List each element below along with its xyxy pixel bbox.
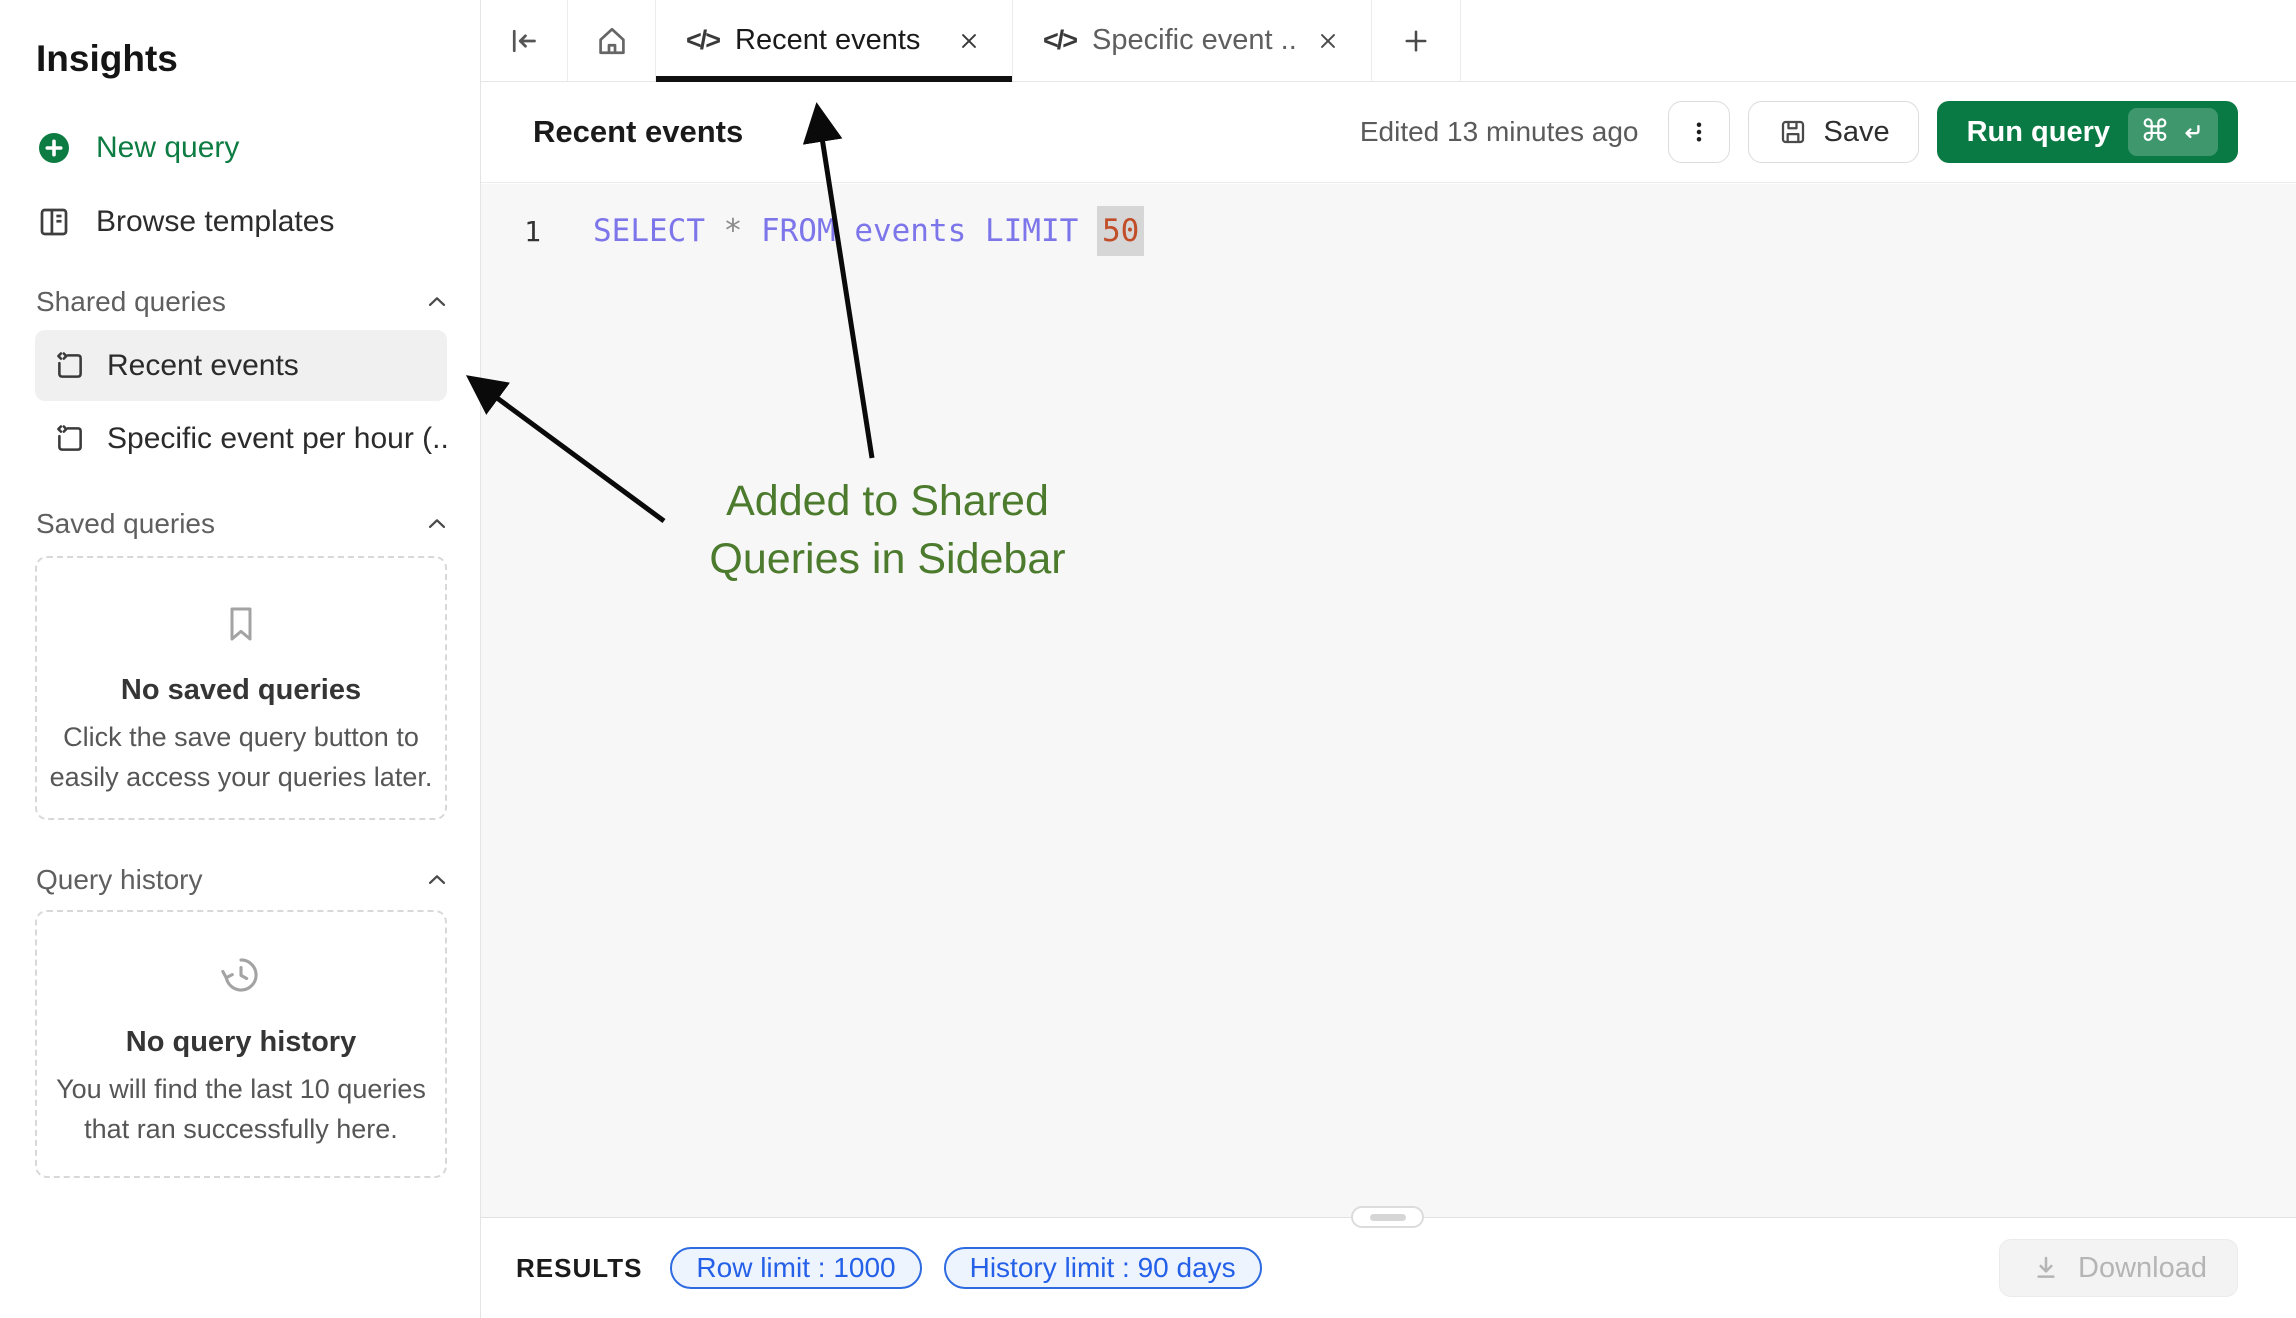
saved-queries-section-header: Saved queries <box>36 504 451 544</box>
query-icon <box>53 349 87 383</box>
empty-state-title: No saved queries <box>121 674 361 707</box>
empty-state-line: that ran successfully here. <box>56 1109 426 1149</box>
sql-token-highlighted: 50 <box>1097 206 1144 256</box>
sidebar-item-recent-events[interactable]: Recent events <box>35 330 447 401</box>
save-button-label: Save <box>1823 116 1889 149</box>
download-label: Download <box>2078 1252 2207 1285</box>
history-limit-pill[interactable]: History limit : 90 days <box>944 1247 1262 1289</box>
query-title: Recent events <box>533 114 743 150</box>
new-query-button[interactable]: New query <box>36 124 239 172</box>
page-title: Insights <box>36 38 178 80</box>
run-query-button[interactable]: Run query ⌘ <box>1937 101 2238 163</box>
query-history-section-header: Query history <box>36 860 451 900</box>
collapse-left-icon <box>506 23 542 59</box>
empty-state-line: You will find the last 10 queries <box>56 1069 426 1109</box>
query-icon <box>53 422 87 456</box>
results-bar: RESULTS Row limit : 1000 History limit :… <box>481 1217 2296 1318</box>
code-tab-icon: </> <box>1043 25 1076 56</box>
close-tab-icon[interactable] <box>956 28 982 54</box>
sql-editor[interactable]: 1 SELECT * FROM events LIMIT 50 <box>481 184 2296 1217</box>
panel-resize-handle[interactable] <box>1351 1206 1424 1228</box>
code-tab-icon: </> <box>686 25 719 56</box>
save-button[interactable]: Save <box>1748 101 1918 163</box>
keyboard-shortcut-badge: ⌘ <box>2128 108 2218 156</box>
row-limit-pill[interactable]: Row limit : 1000 <box>670 1247 921 1289</box>
code-line: 1 SELECT * FROM events LIMIT 50 <box>481 206 1144 256</box>
insights-app: Insights New query Browse templates Shar… <box>0 0 2296 1318</box>
saved-queries-label: Saved queries <box>36 508 215 540</box>
empty-state-description: Click the save query button to easily ac… <box>50 717 433 797</box>
sql-token: events <box>854 213 985 249</box>
sidebar-item-specific-event[interactable]: Specific event per hour (... <box>35 403 447 474</box>
edited-timestamp: Edited 13 minutes ago <box>1360 116 1639 148</box>
query-history-empty-state: No query history You will find the last … <box>35 910 447 1178</box>
drag-handle-bar <box>1370 1214 1406 1221</box>
collapse-sidebar-button[interactable] <box>481 0 568 81</box>
sql-token: * <box>724 213 761 249</box>
new-tab-button[interactable] <box>1372 0 1461 81</box>
sidebar-item-label: Recent events <box>107 349 299 383</box>
saved-queries-empty-state: No saved queries Click the save query bu… <box>35 556 447 820</box>
sql-token: FROM <box>761 213 854 249</box>
shared-queries-label: Shared queries <box>36 286 226 318</box>
query-history-label: Query history <box>36 864 203 896</box>
chevron-up-icon[interactable] <box>423 510 451 538</box>
more-options-button[interactable] <box>1668 101 1730 163</box>
sql-token: LIMIT <box>985 213 1097 249</box>
save-icon <box>1777 116 1809 148</box>
tab-specific-event[interactable]: </> Specific event ... <box>1013 0 1372 81</box>
download-button[interactable]: Download <box>1999 1239 2238 1297</box>
shared-queries-section-header: Shared queries <box>36 282 451 322</box>
line-number: 1 <box>481 215 541 248</box>
sql-code: SELECT * FROM events LIMIT 50 <box>593 213 1144 249</box>
empty-state-description: You will find the last 10 queries that r… <box>56 1069 426 1149</box>
plus-icon <box>1399 24 1433 58</box>
run-query-label: Run query <box>1967 116 2110 149</box>
browse-templates-label: Browse templates <box>96 205 334 239</box>
new-query-label: New query <box>96 131 239 165</box>
tab-bar: </> Recent events </> Specific event ... <box>481 0 2296 82</box>
templates-icon <box>36 204 72 240</box>
chevron-up-icon[interactable] <box>423 288 451 316</box>
home-button[interactable] <box>568 0 656 81</box>
plus-circle-icon <box>36 130 72 166</box>
empty-state-title: No query history <box>126 1026 356 1059</box>
home-icon <box>593 22 631 60</box>
command-key-icon: ⌘ <box>2140 117 2170 147</box>
sql-token: SELECT <box>593 213 724 249</box>
empty-state-line: easily access your queries later. <box>50 757 433 797</box>
close-tab-icon[interactable] <box>1315 28 1341 54</box>
empty-state-line: Click the save query button to <box>50 717 433 757</box>
sidebar: Insights New query Browse templates Shar… <box>0 0 481 1318</box>
tab-label: Specific event ... <box>1092 24 1299 57</box>
tab-recent-events[interactable]: </> Recent events <box>656 0 1013 81</box>
header-actions: Edited 13 minutes ago Save Run query ⌘ <box>1360 101 2238 163</box>
sidebar-item-label: Specific event per hour (... <box>107 422 447 456</box>
kebab-menu-icon <box>1684 117 1714 147</box>
chevron-up-icon[interactable] <box>423 866 451 894</box>
query-header: Recent events Edited 13 minutes ago Save… <box>481 82 2296 183</box>
results-label: RESULTS <box>516 1253 642 1284</box>
browse-templates-button[interactable]: Browse templates <box>36 198 334 246</box>
tab-label: Recent events <box>735 24 920 57</box>
download-icon <box>2030 1252 2062 1284</box>
history-icon <box>216 950 266 1000</box>
bookmark-icon <box>217 600 265 648</box>
return-key-icon <box>2178 118 2206 146</box>
